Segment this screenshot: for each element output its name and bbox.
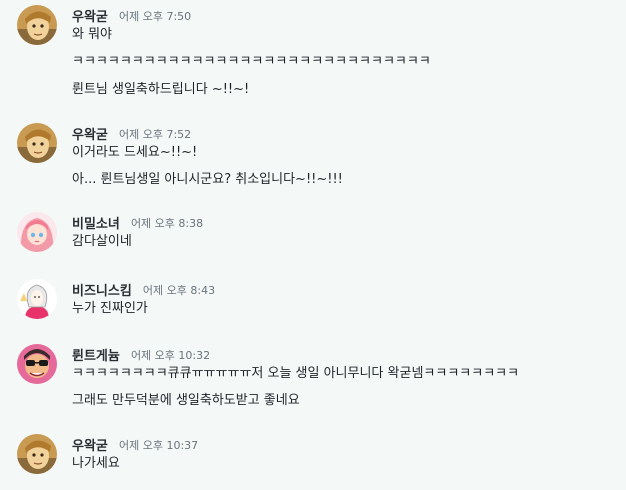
- username[interactable]: 비즈니스킴: [72, 284, 132, 299]
- woowakgood-avatar[interactable]: [17, 434, 57, 474]
- username[interactable]: 우왁굳: [72, 10, 108, 25]
- message-text: 감다살이네: [72, 234, 132, 249]
- timestamp: 어제 오후 7:50: [118, 9, 192, 23]
- message-header: 우왁굳 어제 오후 7:52: [72, 123, 192, 144]
- timestamp: 어제 오후 10:32: [130, 348, 211, 362]
- message-text: ㅋㅋㅋㅋㅋㅋㅋㅋ큐큐ㅠㅠㅠㅠㅠ저 오늘 생일 아니무니다 왁굳넴ㅋㅋㅋㅋㅋㅋㅋㅋ: [72, 366, 520, 381]
- message-text: 아... 륀트님생일 아니시군요? 취소입니다~!!~!!!: [72, 172, 343, 187]
- message-text: 와 뭐야: [72, 27, 113, 42]
- timestamp: 어제 오후 10:37: [118, 438, 199, 452]
- message-text: ㅋㅋㅋㅋㅋㅋㅋㅋㅋㅋㅋㅋㅋㅋㅋㅋㅋㅋㅋㅋㅋㅋㅋㅋㅋㅋㅋㅋㅋㅋ: [72, 54, 431, 69]
- woowakgood-avatar[interactable]: [17, 5, 57, 45]
- message-text: 이거라도 드세요~!!~!: [72, 145, 198, 160]
- message-header: 우왁굳 어제 오후 10:37: [72, 434, 199, 455]
- message-text: 누가 진짜인가: [72, 301, 148, 316]
- message-header: 비즈니스킴 어제 오후 8:43: [72, 279, 216, 300]
- message-text: 륀트님 생일축하드립니다 ~!!~!: [72, 82, 250, 97]
- sunglasses-avatar[interactable]: [17, 344, 57, 384]
- username[interactable]: 우왁굳: [72, 439, 108, 454]
- username[interactable]: 우왁굳: [72, 128, 108, 143]
- chat-message-list: 우왁굳 어제 오후 7:50 와 뭐야 ㅋㅋㅋㅋㅋㅋㅋㅋㅋㅋㅋㅋㅋㅋㅋㅋㅋㅋㅋㅋ…: [0, 0, 626, 490]
- timestamp: 어제 오후 7:52: [118, 127, 192, 141]
- message-text: 그래도 만두덕분에 생일축하도받고 좋네요: [72, 393, 300, 408]
- message-header: 우왁굳 어제 오후 7:50: [72, 5, 192, 26]
- timestamp: 어제 오후 8:38: [130, 216, 204, 230]
- woowakgood-avatar[interactable]: [17, 123, 57, 163]
- message-header: 비밀소녀 어제 오후 8:38: [72, 212, 204, 233]
- timestamp: 어제 오후 8:43: [142, 283, 216, 297]
- business-kim-avatar[interactable]: [17, 279, 57, 319]
- username[interactable]: 비밀소녀: [72, 217, 120, 232]
- message-text: 나가세요: [72, 456, 120, 471]
- pink-hair-girl-avatar[interactable]: [17, 212, 57, 252]
- username[interactable]: 륀트게늄: [72, 349, 120, 364]
- message-header: 륀트게늄 어제 오후 10:32: [72, 344, 211, 365]
